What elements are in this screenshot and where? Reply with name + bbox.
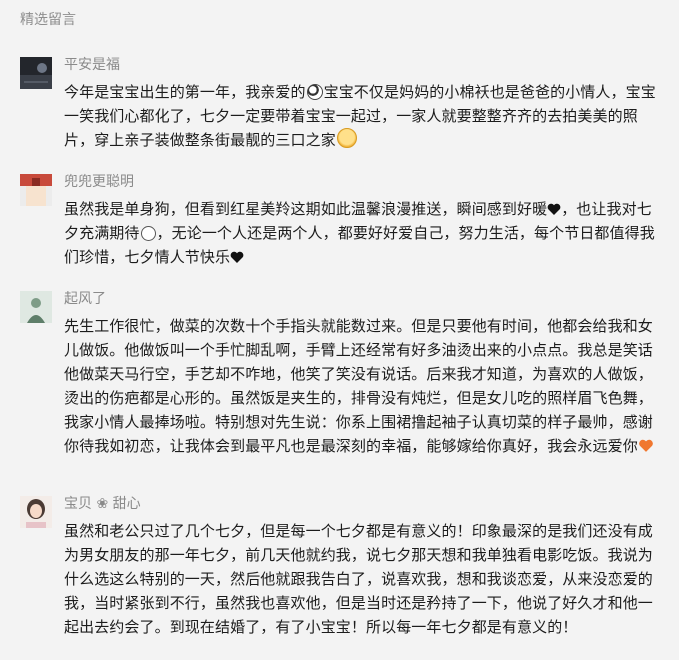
nickname[interactable]: 平安是福	[64, 55, 120, 75]
soccer-ball-icon	[306, 84, 323, 100]
nickname[interactable]: 起风了	[64, 289, 106, 309]
featured-comments-page: 精选留言 平安是福 今年是宝宝出生的第一年，我亲爱的 宝宝不仅是妈妈的小棉袄也是爸…	[0, 0, 679, 660]
section-title: 精选留言	[20, 12, 76, 28]
nickname[interactable]: 兜兜更聪明	[64, 172, 134, 192]
comment-text: 今年是宝宝出生的第一年，我亲爱的 宝宝不仅是妈妈的小棉袄也是爸爸的小情人，宝宝一笑…	[64, 83, 656, 149]
comment-text: 虽然我是单身狗，但看到红星美羚这期如此温馨浪漫推送，瞬间感到好暖 ，也让我对七夕充…	[64, 200, 655, 266]
avatar[interactable]	[20, 57, 52, 89]
black-heart-icon	[230, 251, 244, 263]
avatar[interactable]	[20, 496, 52, 528]
surprised-face-icon	[140, 226, 156, 241]
avatar[interactable]	[20, 174, 52, 206]
nickname[interactable]: 宝贝 ❀ 甜心	[64, 494, 141, 514]
black-heart-icon	[547, 203, 561, 215]
blushing-face-icon	[336, 128, 357, 148]
comment-text: 虽然和老公只过了几个七夕，但是每一个七夕都是有意义的！印象最深的是我们还没有成为…	[64, 522, 653, 636]
comment-text: 先生工作很忙，做菜的次数十个手指头就能数过来。但是只要他有时间，他都会给我和女儿…	[64, 317, 653, 455]
orange-heart-icon	[638, 439, 653, 452]
avatar[interactable]	[20, 291, 52, 323]
